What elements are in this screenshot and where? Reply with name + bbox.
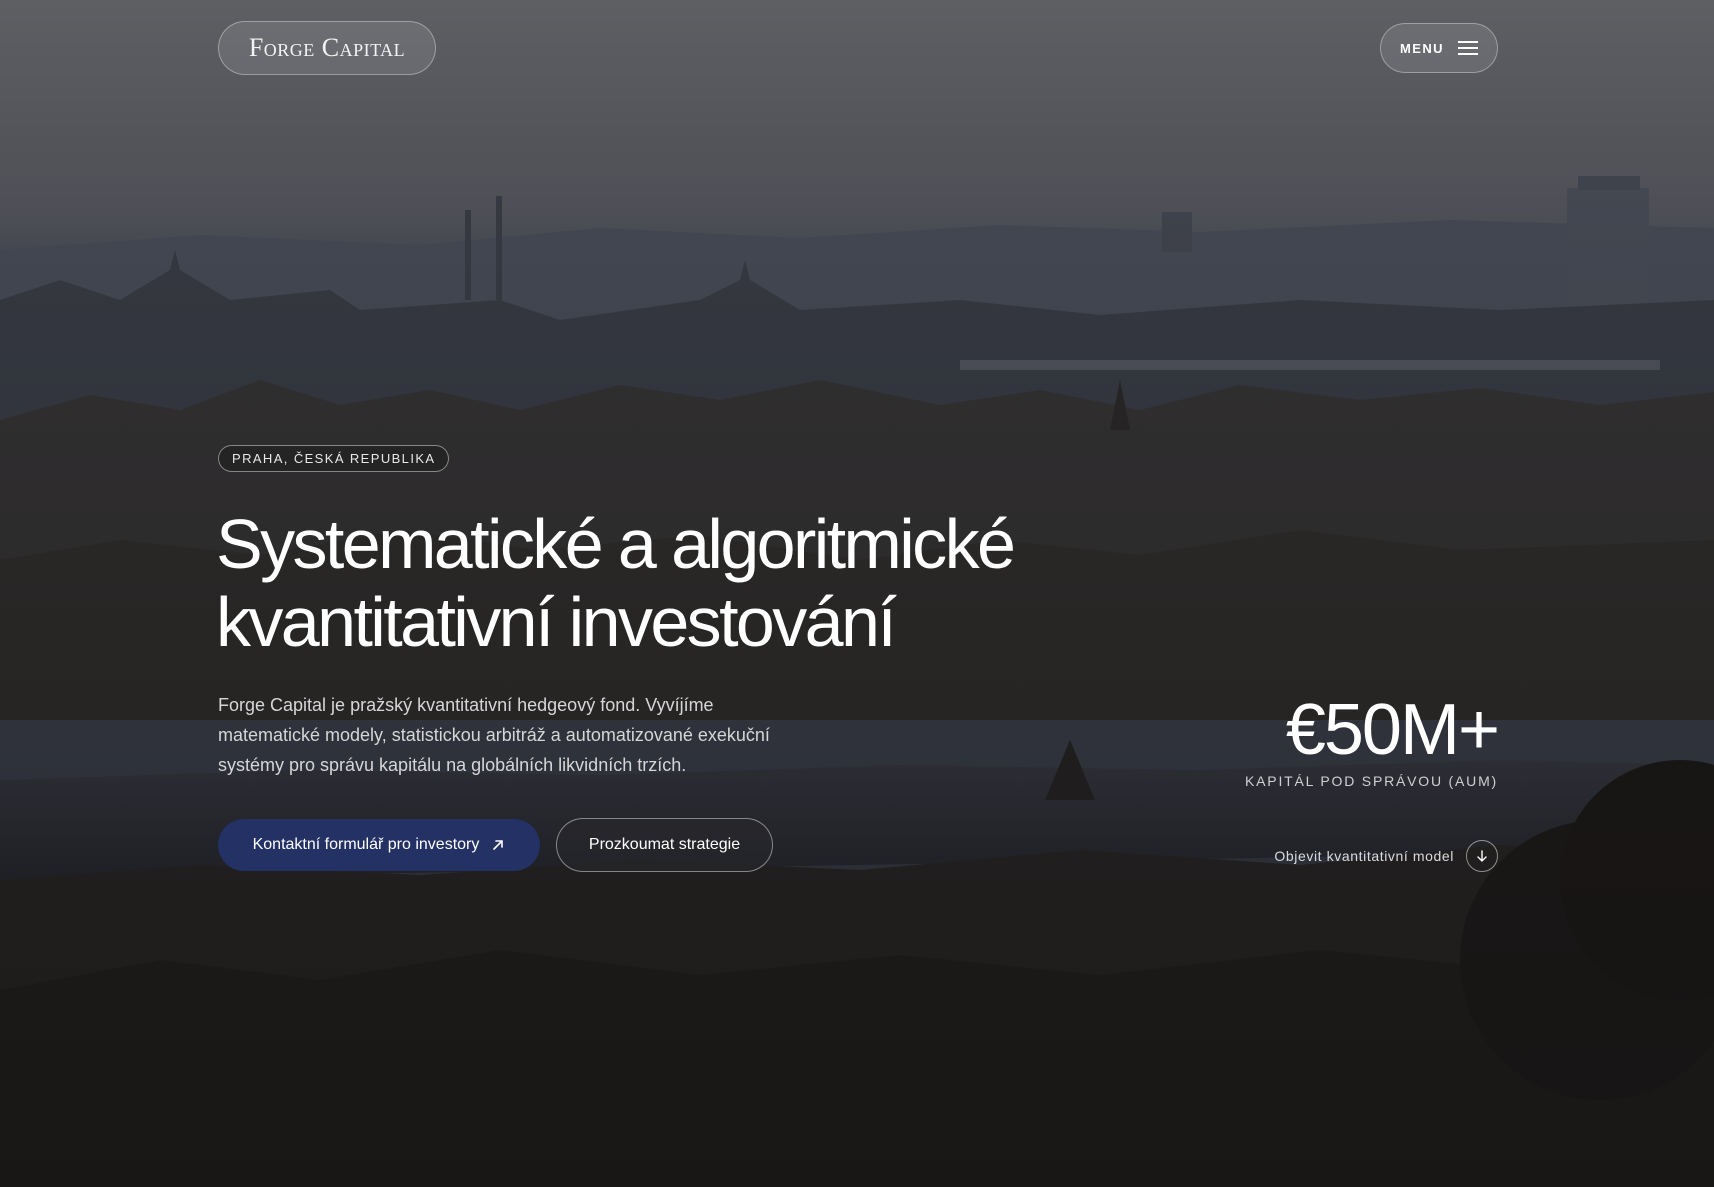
menu-label: MENU (1400, 40, 1444, 56)
investor-contact-button[interactable]: Kontaktní formulář pro investory (218, 819, 540, 871)
location-badge: PRAHA, ČESKÁ REPUBLIKA (218, 445, 450, 472)
investor-contact-label: Kontaktní formulář pro investory (252, 836, 480, 853)
hamburger-icon (1457, 41, 1478, 55)
logo-pill[interactable]: Forge Capital (218, 21, 436, 75)
hero-description: Forge Capital je pražský kvantitativní h… (218, 695, 770, 775)
explore-model-label: Objevit kvantitativní model (1274, 848, 1454, 864)
logo-wordmark: Forge Capital (248, 33, 406, 62)
explore-strategies-label: Prozkoumat strategie (588, 836, 741, 853)
arrow-down-icon (1466, 840, 1498, 872)
arrow-up-right-icon (493, 840, 504, 850)
aum-value: €50M+ (1285, 690, 1500, 770)
aum-label: KAPITÁL POD SPRÁVOU (AUM) (1245, 773, 1498, 789)
explore-strategies-button[interactable]: Prozkoumat strategie (556, 818, 773, 872)
menu-button[interactable]: MENU (1380, 23, 1498, 73)
hero-title-line-2: kvantitativní investování (216, 583, 897, 661)
hero-title-line-1: Systematické a algoritmické (216, 505, 1016, 583)
hero-title: Systematické a algoritmické kvantitativn… (216, 505, 1116, 661)
explore-model-link[interactable]: Objevit kvantitativní model (1274, 840, 1498, 872)
